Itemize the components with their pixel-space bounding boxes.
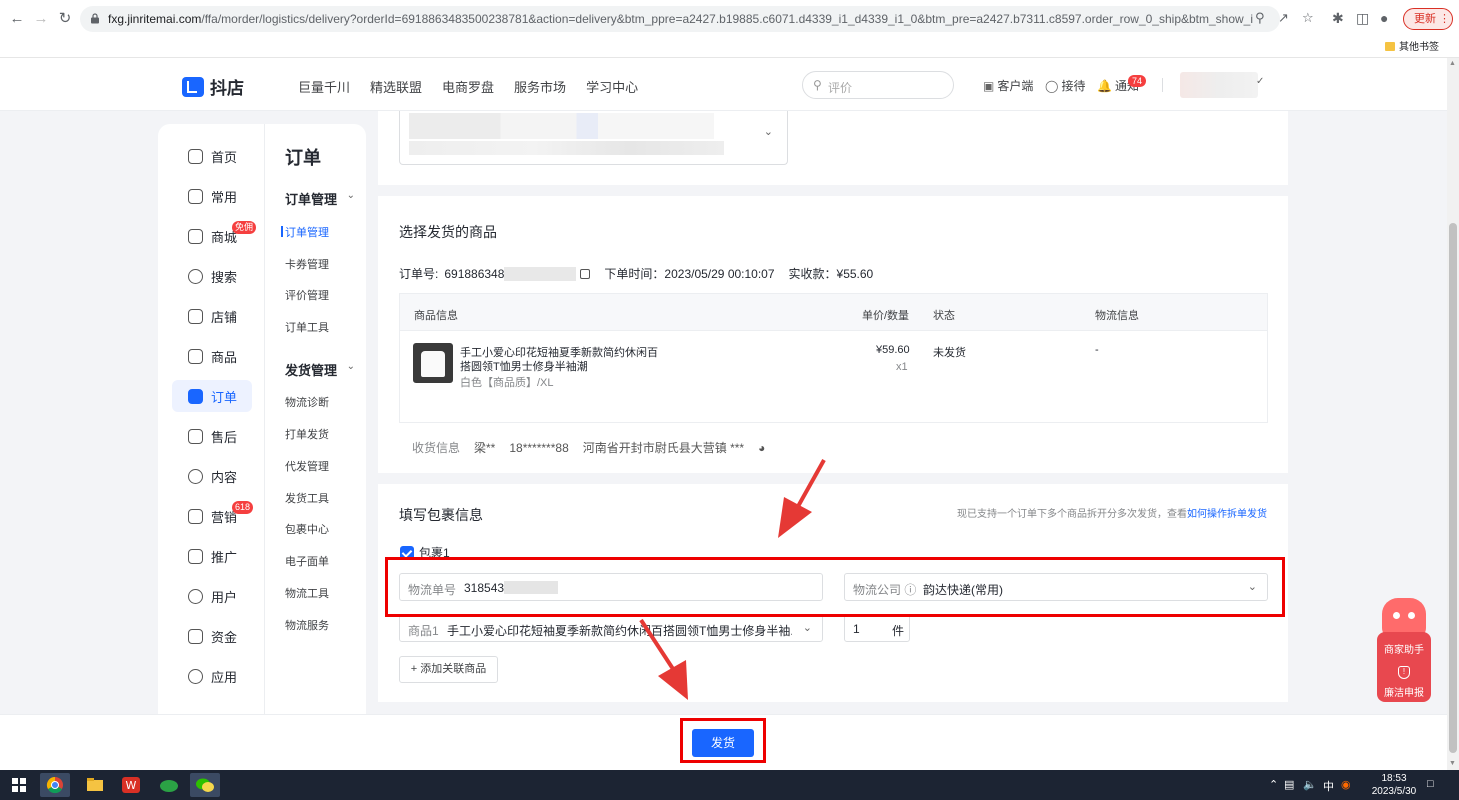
windows-start-icon[interactable] [12, 778, 26, 792]
file-explorer-icon[interactable] [80, 773, 110, 797]
scroll-up-icon[interactable]: ▲ [1449, 60, 1456, 67]
scroll-thumb[interactable] [1449, 223, 1457, 753]
arrow-shaft [639, 618, 677, 674]
notification-center-icon[interactable]: □ [1427, 778, 1434, 790]
scroll-down-icon[interactable]: ▼ [1449, 760, 1456, 767]
volume-icon[interactable]: 🔈 [1303, 778, 1317, 791]
merchant-assistant[interactable]: 商家助手 ! 廉洁申报 [1377, 598, 1431, 702]
integrity-report-link[interactable]: 廉洁申报 [1377, 684, 1431, 699]
windows-taskbar: W ⌃ ▤ 🔈 中 ◉ 18:53 2023/5/30 □ [0, 770, 1459, 800]
arrow-overlay [639, 459, 826, 700]
network-icon[interactable]: ▤ [1284, 778, 1294, 791]
wps-icon[interactable]: W [116, 773, 146, 797]
assistant-panel: 商家助手 ! 廉洁申报 [1377, 632, 1431, 702]
tray-expand-icon[interactable]: ⌃ [1269, 778, 1278, 791]
svg-text:W: W [126, 779, 137, 792]
arrow-head [778, 497, 812, 538]
wechat-icon[interactable] [190, 773, 220, 797]
ime-indicator[interactable]: 中 [1323, 778, 1334, 794]
sogou-icon[interactable]: ◉ [1341, 778, 1351, 791]
arrow-shaft [794, 459, 826, 511]
system-clock[interactable]: 18:53 2023/5/30 [1364, 772, 1424, 798]
shield-icon: ! [1398, 666, 1410, 679]
cloud-app-icon[interactable] [154, 773, 184, 797]
page-scrollbar[interactable]: ▲ ▼ [1447, 58, 1459, 770]
chrome-icon[interactable] [40, 773, 70, 797]
